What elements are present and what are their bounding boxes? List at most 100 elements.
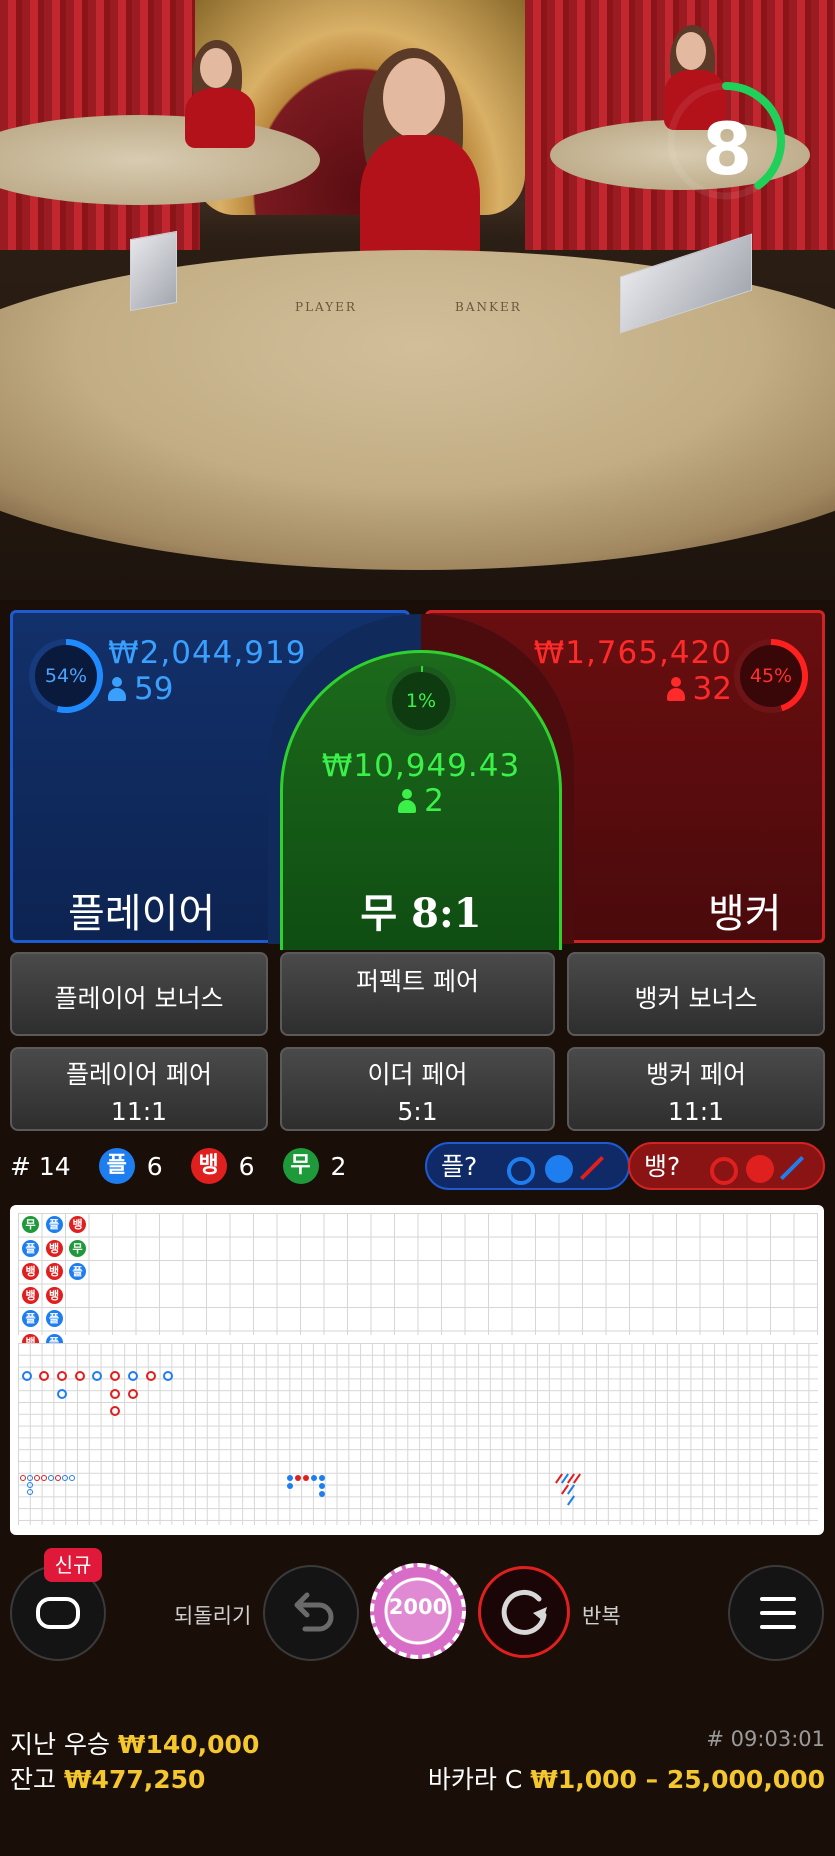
countdown-timer: 8 xyxy=(667,75,800,207)
dealer-left-body xyxy=(185,88,255,148)
player-predict-label: 플? xyxy=(441,1152,478,1181)
repeat-button[interactable] xyxy=(478,1566,570,1658)
either-pair-odds: 5:1 xyxy=(397,1097,438,1126)
big-eye-road-mark xyxy=(20,1475,26,1481)
small-road-mark xyxy=(319,1491,325,1497)
banker-bettors: 32 xyxy=(666,671,732,707)
player-bonus-button[interactable]: 플레이어 보너스 xyxy=(10,952,268,1036)
banker-bonus-label: 뱅커 보너스 xyxy=(634,984,758,1013)
big-road-grid xyxy=(18,1343,818,1525)
last-win-value: ₩140,000 xyxy=(117,1730,260,1759)
banker-predict-button[interactable]: 뱅? xyxy=(628,1142,825,1190)
player-win-icon: 플 xyxy=(98,1148,135,1184)
small-road-icon xyxy=(746,1155,774,1183)
player-pair-button[interactable]: 플레이어 페어 11:1 xyxy=(10,1047,268,1131)
chip-value: 2000 xyxy=(388,1595,448,1619)
table-player-text: PLAYER xyxy=(295,300,357,314)
banker-pair-label: 뱅커 페어 xyxy=(646,1060,746,1089)
bead-plate-result: 무 xyxy=(69,1239,86,1257)
player-total-amount: ₩2,044,919 xyxy=(108,635,307,671)
repeat-icon xyxy=(501,1589,547,1635)
big-road-mark xyxy=(92,1371,102,1381)
bead-plate-result: 뱅 xyxy=(22,1263,39,1280)
round-number: # 14 xyxy=(10,1151,71,1181)
tie-percent: 1% xyxy=(405,690,437,712)
table-icon xyxy=(36,1597,80,1629)
banker-total-amount: ₩1,765,420 xyxy=(533,635,732,671)
dealer-right-head xyxy=(676,32,706,70)
person-icon xyxy=(666,677,685,701)
player-pair-odds: 11:1 xyxy=(110,1097,168,1126)
banker-pair-button[interactable]: 뱅커 페어 11:1 xyxy=(567,1047,825,1131)
game-id: # 09:03:01 xyxy=(706,1727,825,1751)
big-road-mark xyxy=(57,1389,67,1399)
bead-plate-result: 무 xyxy=(22,1216,39,1233)
banker-predict-label: 뱅? xyxy=(644,1152,681,1181)
person-icon xyxy=(108,677,126,701)
roadmap-scoreboard[interactable]: 무플뱅뱅플뱅플뱅뱅뱅플플뱅무플 xyxy=(10,1205,824,1535)
round-stats: # 14 플 6 뱅 6 무 2 xyxy=(10,1148,374,1184)
player-pair-label: 플레이어 페어 xyxy=(66,1060,212,1089)
tie-bet-spot[interactable]: 1% ₩10,949.43 2 무 8:1 xyxy=(280,650,562,950)
person-icon xyxy=(398,789,417,813)
player-win-count: 6 xyxy=(146,1151,163,1181)
big-road-mark xyxy=(146,1371,156,1381)
menu-icon-bar xyxy=(760,1597,796,1601)
big-eye-road-mark xyxy=(69,1475,75,1481)
small-road-mark xyxy=(319,1475,325,1481)
bead-plate-result: 플 xyxy=(69,1263,86,1280)
big-eye-road-mark xyxy=(27,1482,33,1488)
small-road-mark xyxy=(287,1475,293,1481)
player-label: 플레이어 xyxy=(68,891,216,937)
bead-plate-result: 플 xyxy=(45,1216,63,1233)
banker-win-icon: 뱅 xyxy=(190,1148,227,1184)
table-name: 바카라 C xyxy=(427,1765,523,1794)
menu-icon-bar xyxy=(760,1625,796,1629)
table-info: 바카라 C ₩1,000 – 25,000,000 xyxy=(428,1760,825,1796)
undo-button[interactable] xyxy=(263,1565,359,1661)
big-road-mark xyxy=(75,1371,85,1381)
small-road-mark xyxy=(303,1475,309,1481)
tie-bettor-count: 2 xyxy=(424,783,444,819)
perfect-pair-button[interactable]: 퍼펙트 페어 xyxy=(280,952,555,1036)
bead-plate-result: 플 xyxy=(22,1239,39,1257)
balance-label: 잔고 xyxy=(10,1765,57,1794)
perfect-pair-label: 퍼펙트 페어 xyxy=(356,967,479,996)
big-eye-road-mark xyxy=(41,1475,47,1481)
chip-selector[interactable]: 2000 xyxy=(370,1563,466,1659)
undo-label: 되돌리기 xyxy=(174,1604,252,1628)
repeat-label: 반복 xyxy=(582,1604,621,1628)
small-road-mark xyxy=(319,1483,325,1489)
bead-plate-grid xyxy=(18,1213,818,1335)
tie-win-icon: 무 xyxy=(282,1148,319,1184)
big-road-mark xyxy=(128,1371,138,1381)
last-win-label: 지난 우승 xyxy=(10,1730,110,1759)
player-bettors: 59 xyxy=(108,671,173,707)
big-eye-road-mark xyxy=(27,1475,33,1481)
balance: 잔고 ₩477,250 xyxy=(10,1760,205,1796)
cockroach-icon xyxy=(779,1155,805,1181)
banker-label: 뱅커 xyxy=(708,891,782,937)
player-predict-button[interactable]: 플? xyxy=(425,1142,630,1190)
big-road-mark xyxy=(57,1371,67,1381)
big-eye-road-mark xyxy=(48,1475,54,1481)
menu-button[interactable] xyxy=(728,1565,824,1661)
bead-plate-result: 뱅 xyxy=(45,1239,63,1257)
bead-plate-result: 플 xyxy=(45,1310,63,1327)
either-pair-button[interactable]: 이더 페어 5:1 xyxy=(280,1047,555,1131)
bet-area: 54% ₩2,044,919 59 플레이어 45% ₩1,765,420 32… xyxy=(10,610,825,950)
live-video-feed: PLAYER BANKER 8 xyxy=(0,0,835,600)
tie-label: 무 8:1 xyxy=(360,890,482,937)
bead-plate-result: 플 xyxy=(22,1310,39,1327)
bead-plate-result: 뱅 xyxy=(45,1263,63,1280)
dealer-left-head xyxy=(200,48,232,88)
tie-win-count: 2 xyxy=(330,1151,347,1181)
bead-plate-result: 뱅 xyxy=(69,1216,86,1233)
last-win: 지난 우승 ₩140,000 xyxy=(10,1725,259,1761)
player-bonus-label: 플레이어 보너스 xyxy=(54,984,224,1013)
small-road-mark xyxy=(287,1483,293,1489)
new-badge: 신규 xyxy=(44,1548,102,1582)
banker-bonus-button[interactable]: 뱅커 보너스 xyxy=(567,952,825,1036)
stats-row: # 14 플 6 뱅 6 무 2 플? 뱅? xyxy=(10,1142,825,1192)
balance-value: ₩477,250 xyxy=(63,1765,206,1794)
